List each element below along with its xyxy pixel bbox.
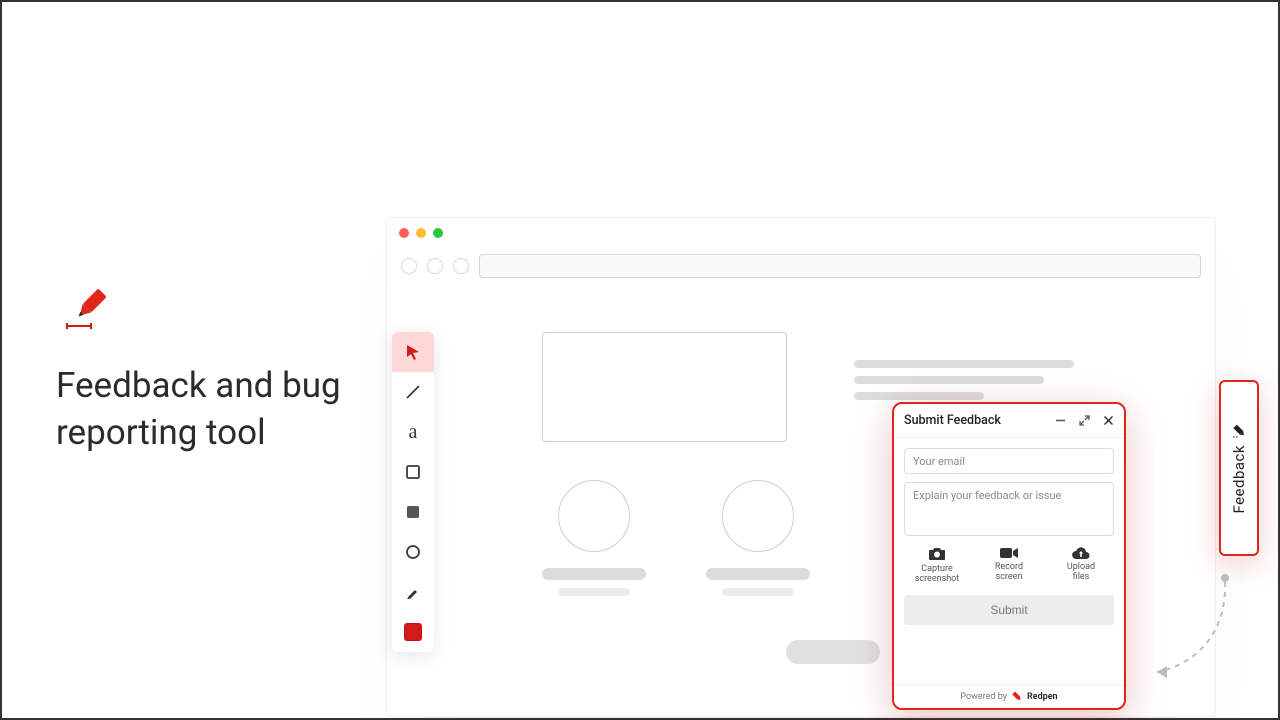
record-screen-button[interactable]: Recordscreen	[978, 546, 1040, 585]
skeleton-card	[706, 480, 810, 596]
message-field[interactable]	[904, 482, 1114, 536]
minimize-icon[interactable]	[1054, 415, 1066, 427]
submit-button[interactable]: Submit	[904, 595, 1114, 625]
nav-reload-placeholder	[453, 258, 469, 274]
window-zoom-dot[interactable]	[433, 228, 443, 238]
feedback-panel-title: Submit Feedback	[904, 413, 1054, 428]
email-field[interactable]	[904, 448, 1114, 474]
skeleton-text-block	[854, 352, 1094, 408]
page-headline: Feedback and bugreporting tool	[56, 362, 341, 457]
window-controls	[387, 218, 1215, 240]
feedback-side-tab[interactable]: Feedback	[1219, 380, 1259, 556]
nav-forward-placeholder	[427, 258, 443, 274]
annotation-toolbar: a	[392, 332, 434, 652]
close-icon[interactable]	[1102, 415, 1114, 427]
skeleton-hero-box	[542, 332, 787, 442]
url-bar-placeholder	[479, 254, 1201, 278]
upload-files-button[interactable]: Uploadfiles	[1050, 546, 1112, 585]
feedback-panel-header: Submit Feedback	[894, 404, 1124, 438]
browser-chrome	[387, 240, 1215, 290]
cloud-upload-icon	[1071, 546, 1091, 560]
tool-color-swatch[interactable]	[392, 612, 434, 652]
feedback-side-tab-label: Feedback	[1230, 445, 1248, 514]
redpen-logo-icon	[1011, 691, 1022, 702]
pen-icon	[74, 288, 107, 321]
skeleton-card	[542, 480, 646, 596]
measure-icon	[67, 323, 91, 329]
feedback-panel-footer: Powered by Redpen	[894, 684, 1124, 708]
tool-text[interactable]: a	[392, 412, 434, 452]
logo-mark	[64, 286, 112, 334]
color-swatch-red	[404, 623, 422, 641]
expand-icon[interactable]	[1078, 415, 1090, 427]
pen-icon	[1231, 423, 1247, 439]
camera-icon	[928, 546, 946, 562]
capture-screenshot-button[interactable]: Capturescreenshot	[906, 546, 968, 585]
hint-arrow	[1147, 572, 1247, 692]
tool-rect-outline[interactable]	[392, 452, 434, 492]
window-minimize-dot[interactable]	[416, 228, 426, 238]
tool-pointer[interactable]	[392, 332, 434, 372]
video-icon	[999, 546, 1019, 560]
skeleton-button	[786, 640, 880, 664]
skeleton-cards	[542, 480, 810, 596]
tool-rect-fill[interactable]	[392, 492, 434, 532]
feedback-panel: Submit Feedback	[892, 402, 1126, 710]
window-close-dot[interactable]	[399, 228, 409, 238]
canvas: Feedback and bugreporting tool a	[0, 0, 1280, 720]
tool-highlighter[interactable]	[392, 572, 434, 612]
tool-line[interactable]	[392, 372, 434, 412]
nav-back-placeholder	[401, 258, 417, 274]
tool-circle-outline[interactable]	[392, 532, 434, 572]
